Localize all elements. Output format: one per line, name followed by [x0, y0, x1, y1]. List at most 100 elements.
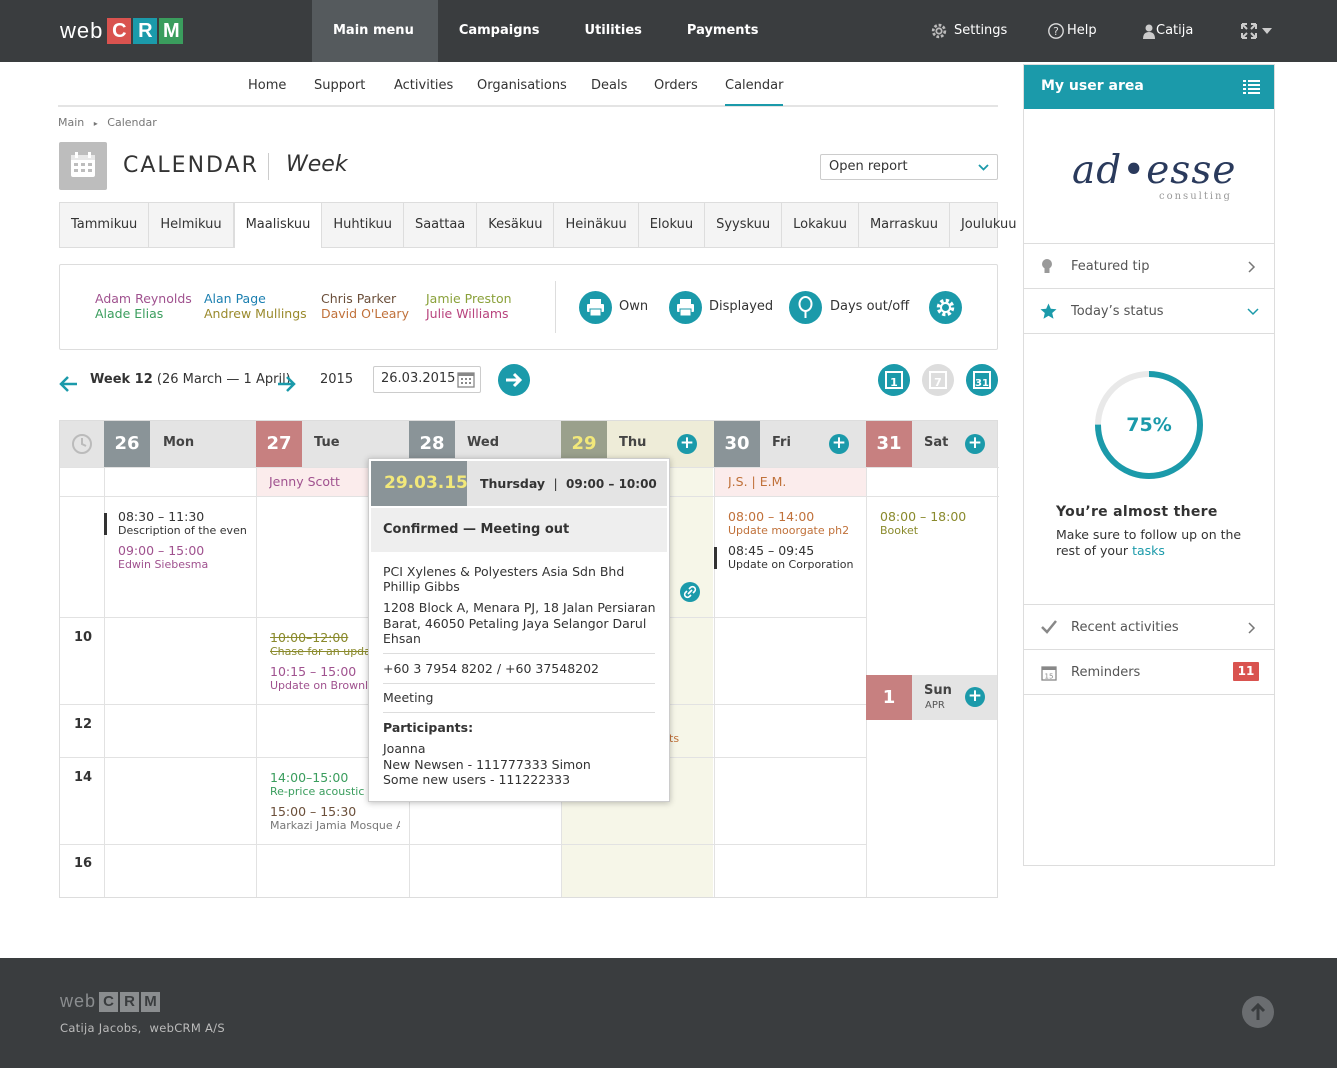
user-link[interactable]: Catija: [1142, 0, 1193, 62]
month-tab-active[interactable]: Maaliskuu: [233, 202, 323, 248]
month-tab[interactable]: Helmikuu: [149, 203, 234, 247]
month-tab[interactable]: Marraskuu: [859, 203, 950, 247]
calendar-picker-icon[interactable]: [457, 371, 475, 388]
month-tab[interactable]: Tammikuu: [60, 203, 150, 247]
day-header-sat[interactable]: 31 Sat +: [866, 421, 997, 467]
user-filter-item[interactable]: Alade Elias: [95, 306, 163, 321]
event-tue-4[interactable]: 15:00 – 15:30 Markazi Jamia Mosque A: [270, 804, 400, 832]
tasks-link[interactable]: tasks: [1132, 543, 1165, 558]
month-tab[interactable]: Kesäkuu: [477, 203, 555, 247]
progress-label: 75%: [1126, 414, 1172, 436]
recent-activities-row[interactable]: Recent activities: [1024, 604, 1274, 650]
popup-address: 1208 Block A, Menara PJ, 18 Jalan Persia…: [383, 600, 656, 646]
topnav-campaigns[interactable]: Campaigns: [438, 0, 564, 62]
next-week-arrow-icon[interactable]: [276, 371, 296, 397]
footer-logo-letter: R: [120, 991, 140, 1012]
subnav-support[interactable]: Support: [314, 78, 365, 93]
allday-event-tue[interactable]: Jenny Scott: [269, 474, 340, 489]
user-filter-item[interactable]: David O'Leary: [321, 306, 409, 321]
add-event-thu-button[interactable]: +: [677, 434, 697, 454]
prev-week-arrow-icon[interactable]: [59, 371, 79, 397]
days-out-button[interactable]: [789, 291, 822, 324]
day-month: APR: [925, 700, 945, 711]
user-filter-item[interactable]: Alan Page: [204, 291, 266, 306]
event-mon-1[interactable]: 08:30 – 11:30 Description of the event: [118, 509, 246, 537]
day-header-sun[interactable]: 1 Sun APR +: [866, 675, 997, 720]
month-tab[interactable]: Lokakuu: [782, 203, 859, 247]
date-input[interactable]: 26.03.2015: [373, 366, 481, 393]
event-desc: Edwin Siebesma: [118, 558, 209, 571]
event-fri-2[interactable]: 08:45 – 09:45 Update on Corporation: [728, 543, 856, 571]
help-link[interactable]: ? Help: [1047, 0, 1097, 62]
week-view-button[interactable]: 7: [922, 364, 954, 396]
logo-letter-m: M: [159, 18, 184, 44]
calendar-settings-button[interactable]: [929, 291, 962, 324]
grid-line: [714, 467, 715, 897]
month-tab[interactable]: Saattaa: [404, 203, 478, 247]
svg-text:7: 7: [934, 376, 942, 389]
day-name: Sun: [924, 683, 952, 698]
featured-tip-row[interactable]: Featured tip: [1024, 243, 1274, 289]
popup-divider: [383, 712, 655, 713]
settings-link[interactable]: Settings: [930, 0, 1007, 62]
popup-divider: [383, 683, 655, 684]
month-tab[interactable]: Huhtikuu: [322, 203, 404, 247]
user-filter-item[interactable]: Julie Williams: [426, 306, 509, 321]
subnav-orders[interactable]: Orders: [654, 78, 698, 93]
list-icon[interactable]: [1243, 80, 1260, 95]
subnav-home[interactable]: Home: [248, 78, 286, 93]
topnav-payments[interactable]: Payments: [666, 0, 783, 62]
topnav-utilities[interactable]: Utilities: [564, 0, 666, 62]
open-report-select[interactable]: Open report: [820, 154, 998, 180]
allday-event-fri[interactable]: J.S. | E.M.: [728, 474, 786, 489]
popup-company[interactable]: PCI Xylenes & Polyesters Asia Sdn Bhd Ph…: [383, 564, 658, 594]
popup-phone[interactable]: +60 3 7954 8202 / +60 37548202: [383, 661, 599, 676]
user-filter-item[interactable]: Jamie Preston: [426, 291, 512, 306]
user-filter-item[interactable]: Adam Reynolds: [95, 291, 192, 306]
event-thu-fragment[interactable]: ts: [669, 732, 679, 745]
todays-status-row[interactable]: Today’s status: [1024, 288, 1274, 334]
reminders-row[interactable]: 15 Reminders 11: [1024, 649, 1274, 695]
participant: New Newsen - 111777333 Simon: [383, 756, 591, 772]
popup-status-block: Confirmed — Meeting out: [371, 508, 667, 552]
event-sat-1[interactable]: 08:00 – 18:00 Booket: [880, 509, 990, 537]
month-tab[interactable]: Elokuu: [639, 203, 706, 247]
webcrm-logo[interactable]: web C R M: [60, 18, 185, 44]
user-filter-item[interactable]: Andrew Mullings: [204, 306, 307, 321]
print-displayed-button[interactable]: [669, 291, 702, 324]
footer-logo: web C R M: [60, 991, 161, 1012]
subnav-activities[interactable]: Activities: [394, 78, 453, 93]
subnav-organisations[interactable]: Organisations: [477, 78, 567, 93]
month-view-button[interactable]: 31: [966, 364, 998, 396]
subnav-deals[interactable]: Deals: [591, 78, 627, 93]
event-details-popup[interactable]: 29.03.15 Thursday | 09:00 – 10:00 Confir…: [368, 458, 670, 802]
breadcrumb-main[interactable]: Main: [58, 116, 84, 129]
event-mon-2[interactable]: 09:00 – 15:00 Edwin Siebesma: [118, 543, 246, 571]
month-tab[interactable]: Heinäkuu: [554, 203, 639, 247]
popup-type: Meeting: [383, 690, 434, 705]
add-event-fri-button[interactable]: +: [829, 434, 849, 454]
event-fri-1[interactable]: 08:00 – 14:00 Update moorgate ph2: [728, 509, 856, 537]
scroll-top-button[interactable]: [1242, 996, 1274, 1028]
day-header-mon[interactable]: 26 Mon: [104, 421, 256, 467]
fullscreen-menu[interactable]: [1240, 0, 1272, 62]
popup-date-block: 29.03.15: [371, 461, 468, 506]
print-own-button[interactable]: [579, 291, 612, 324]
help-label: Help: [1067, 23, 1097, 38]
print-own-label: Own: [619, 299, 649, 314]
add-event-sat-button[interactable]: +: [965, 434, 985, 454]
link-event-button[interactable]: [680, 582, 700, 602]
topnav-main-menu[interactable]: Main menu: [312, 0, 438, 62]
go-button[interactable]: [498, 364, 530, 396]
chevron-right-icon: [1248, 622, 1256, 634]
day-header-fri[interactable]: 30 Fri +: [714, 421, 866, 467]
subnav-calendar[interactable]: Calendar: [725, 78, 784, 106]
day-view-button[interactable]: 1: [878, 364, 910, 396]
month-tab[interactable]: Joulukuu: [950, 203, 1028, 247]
user-label: Catija: [1156, 23, 1194, 38]
page-subtitle: Week: [286, 152, 348, 177]
month-tab[interactable]: Syyskuu: [705, 203, 783, 247]
footer-logo-web: web: [60, 991, 97, 1011]
add-event-sun-button[interactable]: +: [965, 687, 985, 707]
user-filter-item[interactable]: Chris Parker: [321, 291, 396, 306]
